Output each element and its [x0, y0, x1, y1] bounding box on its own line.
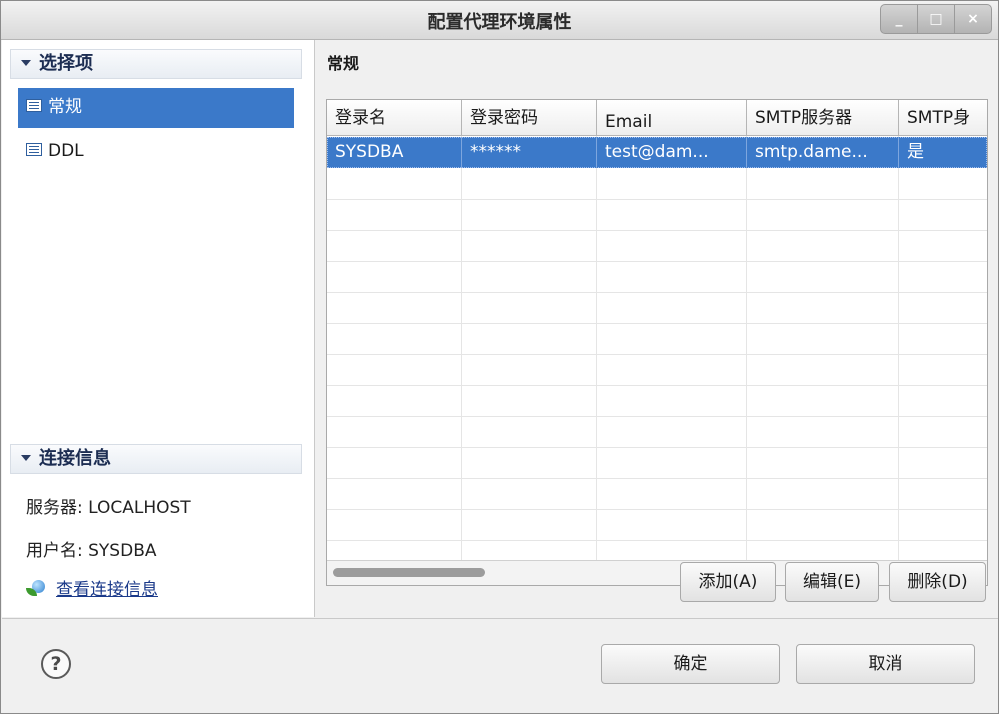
selection-section-title: 选择项	[39, 53, 93, 74]
collapse-arrow-icon	[21, 455, 31, 461]
nav-item-ddl-label: DDL	[48, 141, 84, 161]
maximize-button[interactable]: □	[917, 4, 955, 34]
window-controls: _ □ ×	[880, 4, 992, 34]
column-header-login[interactable]: 登录名	[327, 100, 462, 136]
connection-section-title: 连接信息	[39, 448, 111, 469]
grid-line	[327, 509, 987, 510]
left-panel: 选择项 常规 DDL 连接信息 服务器: LOCALHOST 用户名: SYSD…	[2, 40, 315, 617]
grid-line	[327, 261, 987, 262]
page-title: 常规	[327, 54, 360, 73]
server-info: 服务器: LOCALHOST	[26, 498, 191, 518]
collapse-arrow-icon	[21, 60, 31, 66]
grid-line	[327, 540, 987, 541]
table-cell-smtp-auth[interactable]: 是	[899, 137, 987, 168]
grid-line	[327, 199, 987, 200]
grid-line	[327, 323, 987, 324]
table-cell-password[interactable]: ******	[462, 137, 597, 168]
grid-line	[327, 447, 987, 448]
close-button[interactable]: ×	[954, 4, 992, 34]
agent-table: 登录名 登录密码 Email SMTP服务器 SMTP身 SYSDBA ****…	[326, 99, 988, 586]
grid-line	[327, 416, 987, 417]
column-header-password[interactable]: 登录密码	[462, 100, 597, 136]
window-title: 配置代理环境属性	[427, 12, 572, 33]
view-connection-link-row: 查看连接信息	[26, 575, 158, 600]
list-icon	[26, 143, 42, 156]
grid-line	[327, 354, 987, 355]
grid-line	[327, 230, 987, 231]
grid-line	[327, 292, 987, 293]
grid-line	[327, 385, 987, 386]
add-button[interactable]: 添加(A)	[680, 562, 776, 602]
bottom-bar: ? 确定 取消	[2, 618, 998, 713]
dialog-window: 配置代理环境属性 _ □ × 选择项 常规 DDL 连接信息 服务器: LOCA…	[0, 0, 999, 714]
column-header-email[interactable]: Email	[597, 100, 747, 136]
table-cell-smtp-server[interactable]: smtp.dame...	[747, 137, 899, 168]
right-panel: 常规 登录名 登录密码 Email SMTP服务器 SMTP身 SYSDBA *…	[315, 40, 998, 617]
table-cell-email[interactable]: test@dam...	[597, 137, 747, 168]
nav-item-general-label: 常规	[48, 97, 82, 117]
ok-button[interactable]: 确定	[601, 644, 780, 684]
connection-section-header[interactable]: 连接信息	[10, 444, 302, 474]
horizontal-scrollbar[interactable]	[327, 560, 987, 585]
delete-button[interactable]: 删除(D)	[889, 562, 986, 602]
title-bar: 配置代理环境属性 _ □ ×	[1, 1, 998, 40]
selection-section-header[interactable]: 选择项	[10, 49, 302, 79]
help-icon[interactable]: ?	[41, 649, 71, 679]
column-header-smtp-auth[interactable]: SMTP身	[899, 100, 987, 136]
grid-line	[327, 478, 987, 479]
cancel-button[interactable]: 取消	[796, 644, 975, 684]
table-cell-login[interactable]: SYSDBA	[327, 137, 462, 168]
nav-item-general[interactable]: 常规	[18, 88, 294, 128]
edit-button[interactable]: 编辑(E)	[785, 562, 879, 602]
user-info: 用户名: SYSDBA	[26, 541, 157, 561]
minimize-button[interactable]: _	[880, 4, 918, 34]
connection-icon	[26, 579, 46, 597]
column-header-smtp-server[interactable]: SMTP服务器	[747, 100, 899, 136]
list-icon	[26, 99, 42, 112]
scrollbar-thumb[interactable]	[333, 568, 485, 577]
view-connection-link[interactable]: 查看连接信息	[56, 580, 158, 600]
nav-item-ddl[interactable]: DDL	[18, 132, 294, 172]
